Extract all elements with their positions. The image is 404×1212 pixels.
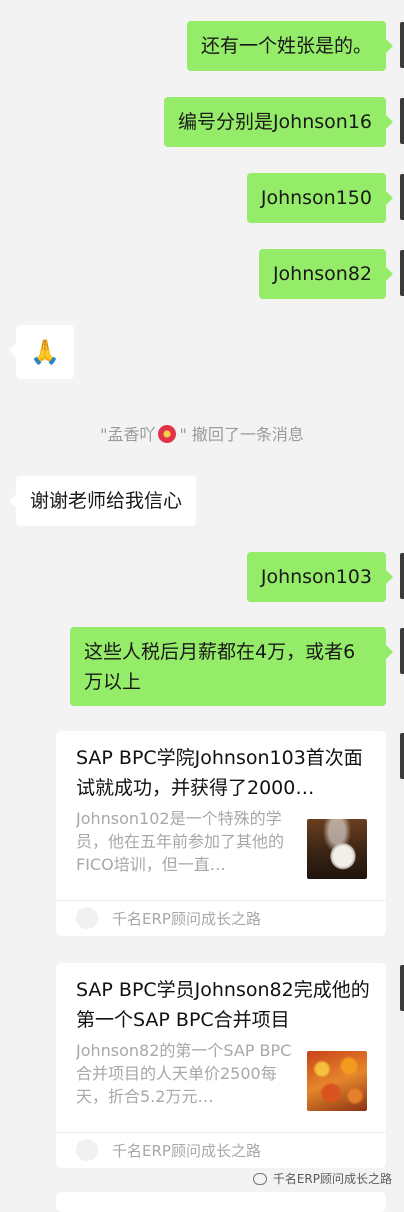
message-text: Johnson150 (260, 187, 372, 209)
recall-prefix: "孟香吖 (100, 425, 156, 444)
message-text: Johnson82 (272, 263, 372, 285)
sticker-bubble[interactable]: 🙏 (9, 325, 74, 379)
recall-notice: "孟香吖 " 撤回了一条消息 (0, 421, 404, 445)
watermark: 千名ERP顾问成长之路 (252, 1170, 392, 1187)
card-divider (56, 900, 386, 901)
article-title: SAP BPC学院Johnson103首次面试就成功，并获得了2000… (76, 747, 363, 799)
account-icon (76, 1139, 98, 1161)
article-card[interactable] (56, 1192, 386, 1212)
message-bubble-outgoing[interactable]: Johnson103 (246, 552, 394, 602)
avatar[interactable] (400, 98, 404, 144)
message-bubble-outgoing[interactable]: Johnson82 (258, 249, 394, 299)
pray-hands-icon: 🙏 (30, 338, 60, 366)
avatar[interactable] (400, 250, 404, 296)
avatar[interactable] (400, 22, 404, 68)
article-card[interactable]: SAP BPC学员Johnson82完成他的第一个SAP BPC合并项目 Joh… (56, 963, 386, 1168)
message-bubble-incoming[interactable]: 谢谢老师给我信心 (8, 476, 197, 526)
article-thumbnail (307, 1051, 367, 1111)
message-text: Johnson103 (260, 566, 372, 588)
watermark-text: 千名ERP顾问成长之路 (272, 1172, 392, 1186)
message-text: 还有一个姓张是的。 (200, 35, 372, 57)
message-text: 这些人税后月薪都在4万，或者6万以上 (84, 641, 356, 693)
article-summary: Johnson102是一个特殊的学员，他在五年前参加了其他的FICO培训，但一直… (76, 809, 285, 874)
recall-suffix: " 撤回了一条消息 (179, 425, 304, 444)
avatar[interactable] (400, 733, 404, 779)
account-icon (76, 907, 98, 929)
message-text: 谢谢老师给我信心 (30, 490, 183, 512)
avatar[interactable] (400, 628, 404, 674)
message-bubble-outgoing[interactable]: 还有一个姓张是的。 (186, 21, 394, 71)
article-source[interactable]: 千名ERP顾问成长之路 (76, 905, 261, 933)
card-divider (56, 1132, 386, 1133)
source-name: 千名ERP顾问成长之路 (112, 910, 261, 928)
hibiscus-icon (158, 425, 177, 443)
source-name: 千名ERP顾问成长之路 (112, 1142, 261, 1160)
avatar[interactable] (400, 553, 404, 599)
chat-window: 还有一个姓张是的。 编号分别是Johnson16 Johnson150 John… (0, 0, 404, 1212)
article-card[interactable]: SAP BPC学院Johnson103首次面试就成功，并获得了2000… Joh… (56, 731, 386, 936)
article-source[interactable]: 千名ERP顾问成长之路 (76, 1137, 261, 1165)
article-thumbnail (307, 819, 367, 879)
avatar[interactable] (400, 965, 404, 1011)
wechat-icon (252, 1173, 267, 1185)
avatar[interactable] (400, 174, 404, 220)
article-title: SAP BPC学员Johnson82完成他的第一个SAP BPC合并项目 (76, 979, 370, 1031)
message-bubble-outgoing[interactable]: 这些人税后月薪都在4万，或者6万以上 (70, 627, 393, 706)
message-bubble-outgoing[interactable]: Johnson150 (246, 173, 394, 223)
message-bubble-outgoing[interactable]: 编号分别是Johnson16 (163, 97, 394, 147)
article-summary: Johnson82的第一个SAP BPC合并项目的人天单价2500每天，折合5.… (76, 1041, 292, 1106)
message-text: 编号分别是Johnson16 (177, 111, 372, 133)
